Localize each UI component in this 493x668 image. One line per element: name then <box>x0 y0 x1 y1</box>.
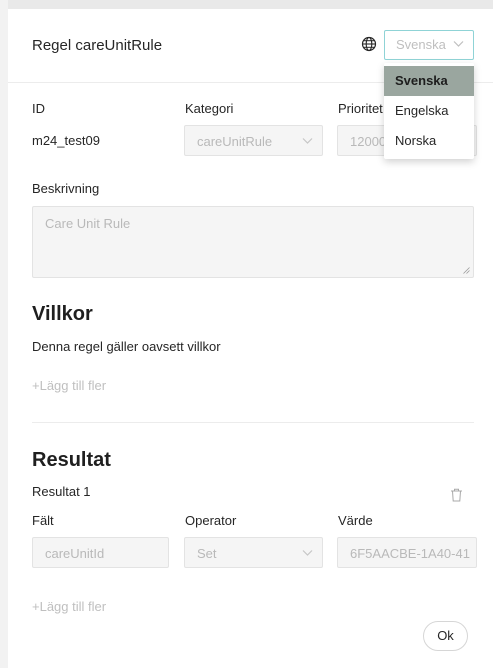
ok-button-label: Ok <box>437 628 454 643</box>
description-textarea-value: Care Unit Rule <box>45 216 131 231</box>
result-value-input[interactable]: 6F5AACBE-1A40-41 <box>337 537 477 568</box>
result-operator-label: Operator <box>185 513 237 528</box>
section-divider <box>32 422 474 423</box>
result-field-label: Fält <box>32 513 54 528</box>
trash-icon[interactable] <box>450 488 463 502</box>
priority-input-value: 12000 <box>350 134 387 149</box>
language-select-value: Svenska <box>396 37 446 52</box>
description-label: Beskrivning <box>32 181 100 196</box>
language-dropdown: Svenska Engelska Norska <box>384 63 474 159</box>
ok-button[interactable]: Ok <box>423 621 468 651</box>
language-select[interactable]: Svenska <box>384 30 474 60</box>
language-option-norska[interactable]: Norska <box>384 126 474 156</box>
background-top-strip <box>8 0 493 9</box>
background-page-fragment <box>0 0 8 668</box>
result-value-label: Värde <box>338 513 373 528</box>
conditions-note: Denna regel gäller oavsett villkor <box>32 339 221 354</box>
id-label: ID <box>32 101 45 116</box>
language-option-engelska[interactable]: Engelska <box>384 96 474 126</box>
result-field-input[interactable]: careUnitId <box>32 537 169 568</box>
result-operator-select-value: Set <box>197 546 217 561</box>
results-heading: Resultat <box>32 449 111 471</box>
chevron-down-icon <box>302 550 313 556</box>
result-operator-select[interactable]: Set <box>184 537 323 568</box>
add-condition-link[interactable]: +Lägg till fler <box>32 378 106 393</box>
result-item-title: Resultat 1 <box>32 484 91 499</box>
category-select[interactable]: careUnitRule <box>184 125 323 156</box>
chevron-down-icon <box>453 41 464 47</box>
globe-icon <box>361 36 377 52</box>
description-textarea[interactable]: Care Unit Rule <box>32 206 474 278</box>
rule-modal: Regel careUnitRule Svenska ID m24_test09… <box>8 9 493 668</box>
priority-label: Prioritet <box>338 101 383 116</box>
language-option-svenska[interactable]: Svenska <box>384 66 474 96</box>
category-label: Kategori <box>185 101 234 116</box>
conditions-heading: Villkor <box>32 303 93 325</box>
id-value: m24_test09 <box>32 133 100 148</box>
resize-handle-icon[interactable] <box>463 267 470 274</box>
modal-title: Regel careUnitRule <box>32 37 163 54</box>
result-field-input-value: careUnitId <box>45 546 105 561</box>
chevron-down-icon <box>302 138 313 144</box>
category-select-value: careUnitRule <box>197 134 273 149</box>
add-result-link[interactable]: +Lägg till fler <box>32 599 106 614</box>
result-value-input-value: 6F5AACBE-1A40-41 <box>350 546 470 561</box>
